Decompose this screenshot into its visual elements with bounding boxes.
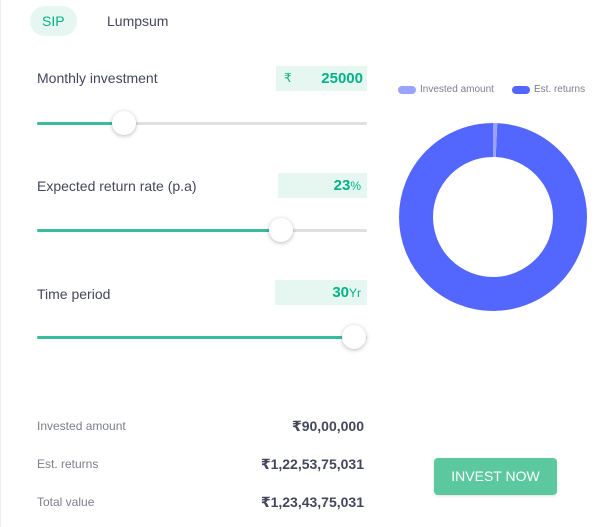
calculator-card: SIP Lumpsum Monthly investment ₹ 25000 E… — [0, 0, 602, 527]
est-returns-label: Est. returns — [37, 457, 99, 471]
return-rate-label: Expected return rate (p.a) — [37, 178, 197, 194]
est-returns-value: ₹1,22,53,75,031 — [260, 456, 364, 472]
legend-invested-label: Invested amount — [420, 84, 494, 95]
legend-returns: Est. returns — [511, 84, 586, 95]
percent-unit: % — [350, 179, 361, 193]
slider-fill — [37, 336, 354, 339]
chart-legend: Invested amount Est. returns — [398, 84, 585, 95]
invested-amount-label: Invested amount — [37, 419, 126, 433]
slider-fill — [37, 229, 282, 232]
rupee-icon: ₹ — [284, 71, 292, 85]
return-rate-value: 23 — [333, 177, 351, 194]
slider-thumb[interactable] — [112, 111, 137, 135]
time-period-value: 30 — [332, 284, 349, 301]
tab-sip[interactable]: SIP — [30, 6, 77, 36]
legend-swatch-invested — [398, 85, 416, 94]
slider-thumb[interactable] — [269, 218, 294, 242]
year-unit: Yr — [349, 286, 361, 300]
time-period-slider[interactable] — [37, 325, 367, 349]
return-rate-input[interactable]: 23% — [278, 173, 367, 198]
returns-donut-chart — [399, 123, 587, 311]
donut-segment-returns — [399, 123, 587, 311]
slider-fill — [37, 122, 125, 125]
return-rate-slider[interactable] — [37, 218, 367, 242]
legend-returns-label: Est. returns — [533, 84, 586, 95]
slider-thumb[interactable] — [341, 325, 366, 349]
total-value-label: Total value — [37, 495, 95, 509]
monthly-investment-value: 25000 — [321, 70, 363, 87]
legend-swatch-returns — [511, 85, 530, 94]
time-period-label: Time period — [37, 286, 111, 302]
tab-lumpsum[interactable]: Lumpsum — [95, 6, 180, 36]
invest-now-button[interactable]: INVEST NOW — [434, 458, 557, 495]
legend-invested: Invested amount — [398, 84, 494, 95]
time-period-input[interactable]: 30Yr — [275, 280, 367, 305]
monthly-investment-label: Monthly investment — [37, 70, 158, 86]
monthly-investment-input[interactable]: ₹ 25000 — [276, 66, 367, 91]
total-value-value: ₹1,23,43,75,031 — [260, 494, 364, 510]
invested-amount-value: ₹90,00,000 — [291, 418, 364, 434]
monthly-investment-slider[interactable] — [37, 111, 367, 135]
